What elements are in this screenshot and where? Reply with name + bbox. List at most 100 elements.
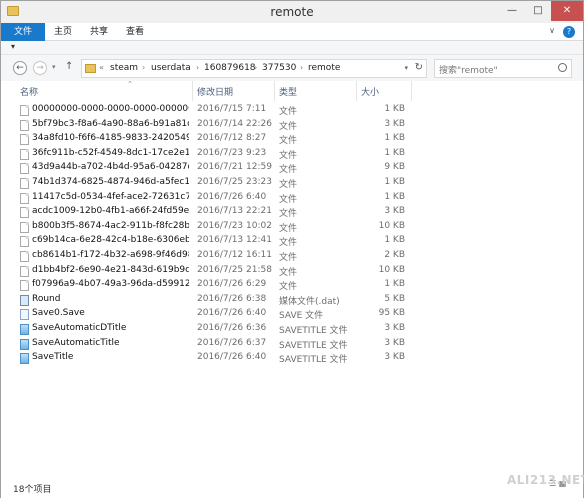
maximize-button[interactable]: □ [525, 1, 551, 21]
forward-button[interactable]: → [33, 61, 47, 75]
file-row[interactable]: SaveAutomaticDTitle 2016/7/26 6:36 SAVETIT… [1, 322, 583, 337]
file-row[interactable]: b800b3f5-8674-4ac2-911b-f8fc28b5b 2016/7/… [1, 220, 583, 235]
file-row[interactable]: 11417c5d-0534-4fef-ace2-72631c796 2016/7/… [1, 191, 583, 206]
file-name: b800b3f5-8674-4ac2-911b-f8fc28b5b [32, 220, 189, 231]
file-type: SAVE 文件 [279, 311, 324, 322]
tab-view[interactable]: 查看 [121, 23, 149, 41]
file-date: 2016/7/26 6:37 [197, 337, 267, 348]
file-row[interactable]: cb8614b1-f172-4b32-a698-9f46d98b 2016/7/1… [1, 249, 583, 264]
blank-file-icon [20, 192, 29, 204]
file-type: 文件 [279, 209, 298, 220]
sort-ascending-icon: ⌃ [127, 80, 133, 88]
file-size: 1 KB [384, 279, 405, 290]
file-size: 1 KB [384, 177, 405, 187]
file-row[interactable]: 34a8fd10-f6f6-4185-9833-242054934 2016/7/… [1, 132, 583, 147]
blank-file-icon [20, 251, 29, 262]
file-date: 2016/7/26 6:40 [197, 191, 267, 202]
blank-file-icon [20, 265, 29, 277]
back-button[interactable]: ← [13, 61, 27, 75]
recent-locations-chevron-icon[interactable]: ▾ [52, 63, 56, 71]
column-date[interactable]: 修改日期 [197, 85, 233, 98]
column-name[interactable]: 名称 [20, 85, 38, 98]
file-date: 2016/7/26 6:36 [197, 323, 267, 333]
file-type: 文件 [279, 267, 298, 278]
folder-icon [85, 64, 96, 73]
breadcrumb-steam[interactable]: steam [110, 63, 138, 73]
file-name: 74b1d374-6825-4874-946d-a5fec132 [32, 177, 189, 187]
pin-icon[interactable]: ▾ [11, 42, 15, 51]
chevron-down-icon[interactable]: ▾ [404, 64, 408, 72]
quick-access-toolbar: ▾ [1, 41, 583, 55]
breadcrumb-160879618[interactable]: 160879618 [204, 63, 256, 73]
overflow-chevron-icon[interactable]: « [99, 63, 104, 72]
chevron-right-icon[interactable]: › [254, 63, 257, 72]
file-date: 2016/7/13 12:41 [197, 235, 272, 246]
blank-file-icon [20, 236, 29, 248]
file-size: 95 KB [378, 308, 405, 319]
refresh-icon[interactable]: ↻ [415, 62, 423, 73]
file-row[interactable]: c69b14ca-6e28-42c4-b18e-6306ebb4 2016/7/1… [1, 234, 583, 249]
file-row[interactable]: 74b1d374-6825-4874-946d-a5fec132 2016/7/2… [1, 176, 583, 191]
file-date: 2016/7/15 7:11 [197, 104, 267, 114]
file-date: 2016/7/12 8:27 [197, 133, 267, 144]
column-divider[interactable] [356, 81, 357, 101]
file-row[interactable]: f07996a9-4b07-49a3-96da-d599129b 2016/7/2… [1, 278, 583, 293]
file-name: Save0.Save [32, 308, 85, 319]
file-size: 5 KB [384, 293, 405, 304]
close-button[interactable]: ✕ [551, 1, 583, 21]
column-type[interactable]: 类型 [279, 85, 297, 98]
window-title: remote [270, 5, 314, 19]
file-type: 文件 [279, 150, 298, 161]
file-row[interactable]: d1bb4bf2-6e90-4e21-843d-619b9c7 2016/7/25… [1, 264, 583, 279]
file-name: 5bf79bc3-f8a6-4a90-88a6-b91a81d9f [32, 118, 189, 129]
file-size: 1 KB [384, 133, 405, 144]
search-input[interactable]: 搜索"remote" [439, 63, 498, 76]
help-icon[interactable]: ? [563, 26, 575, 38]
file-type: 文件 [279, 165, 298, 176]
address-bar[interactable]: « steam › userdata › 160879618 › 377530 … [81, 59, 427, 78]
column-divider[interactable] [411, 81, 412, 101]
file-size: 2 KB [384, 250, 405, 260]
chevron-down-icon[interactable]: ∨ [549, 26, 555, 35]
file-type: 文件 [279, 282, 298, 293]
explorer-window: remote — □ ✕ 文件 主页 共享 查看 ∨ ? ▾ ← → ▾ ↑ «… [0, 0, 584, 498]
file-size: 10 KB [378, 264, 405, 275]
search-box[interactable]: 搜索"remote" [434, 59, 572, 78]
file-type: SAVETITLE 文件 [279, 326, 348, 336]
column-divider[interactable] [274, 81, 275, 101]
chevron-right-icon[interactable]: › [196, 63, 199, 72]
status-bar: 18个项目 [1, 450, 583, 498]
file-row[interactable]: SaveTitle 2016/7/26 6:40 SAVETITLE 文件 3 KB [1, 351, 583, 366]
blank-file-icon [20, 280, 29, 292]
file-row[interactable]: 43d9a44b-a702-4b4d-95a6-04287d1 2016/7/21… [1, 161, 583, 176]
up-button[interactable]: ↑ [65, 61, 73, 72]
file-row[interactable]: Round 2016/7/26 6:38 媒体文件(.dat) 5 KB [1, 293, 583, 308]
column-size[interactable]: 大小 [361, 85, 379, 98]
file-row[interactable]: 5bf79bc3-f8a6-4a90-88a6-b91a81d9f 2016/7/… [1, 118, 583, 133]
breadcrumb-remote[interactable]: remote [308, 63, 340, 73]
file-name: 34a8fd10-f6f6-4185-9833-242054934 [32, 133, 189, 144]
file-date: 2016/7/14 22:26 [197, 118, 272, 129]
ribbon-tabs: 文件 主页 共享 查看 ∨ ? [1, 23, 583, 41]
file-row[interactable]: 00000000-0000-0000-0000-000000000000 2016… [1, 103, 583, 118]
chevron-right-icon[interactable]: › [142, 63, 145, 72]
breadcrumb-377530[interactable]: 377530 [262, 63, 296, 73]
file-type: 文件 [279, 238, 298, 249]
file-date: 2016/7/26 6:40 [197, 352, 267, 363]
search-icon[interactable] [558, 63, 567, 72]
file-row[interactable]: Save0.Save 2016/7/26 6:40 SAVE 文件 95 KB [1, 307, 583, 322]
watermark: ALI213.NET [507, 473, 584, 487]
column-divider[interactable] [192, 81, 193, 101]
tab-share[interactable]: 共享 [85, 23, 113, 41]
file-size: 3 KB [384, 352, 405, 363]
file-row[interactable]: acdc1009-12b0-4fb1-a66f-24fd59e5b 2016/7/… [1, 205, 583, 220]
tab-home[interactable]: 主页 [49, 23, 77, 41]
minimize-button[interactable]: — [499, 1, 525, 21]
chevron-right-icon[interactable]: › [300, 63, 303, 72]
breadcrumb-userdata[interactable]: userdata [151, 63, 191, 73]
file-row[interactable]: 36fc911b-c52f-4549-8dc1-17ce2e1e0 2016/7/… [1, 147, 583, 162]
file-row[interactable]: SaveAutomaticTitle 2016/7/26 6:37 SAVETITL… [1, 337, 583, 352]
file-name: c69b14ca-6e28-42c4-b18e-6306ebb4 [32, 235, 189, 246]
file-name: SaveTitle [32, 352, 74, 363]
tab-file[interactable]: 文件 [1, 23, 45, 41]
